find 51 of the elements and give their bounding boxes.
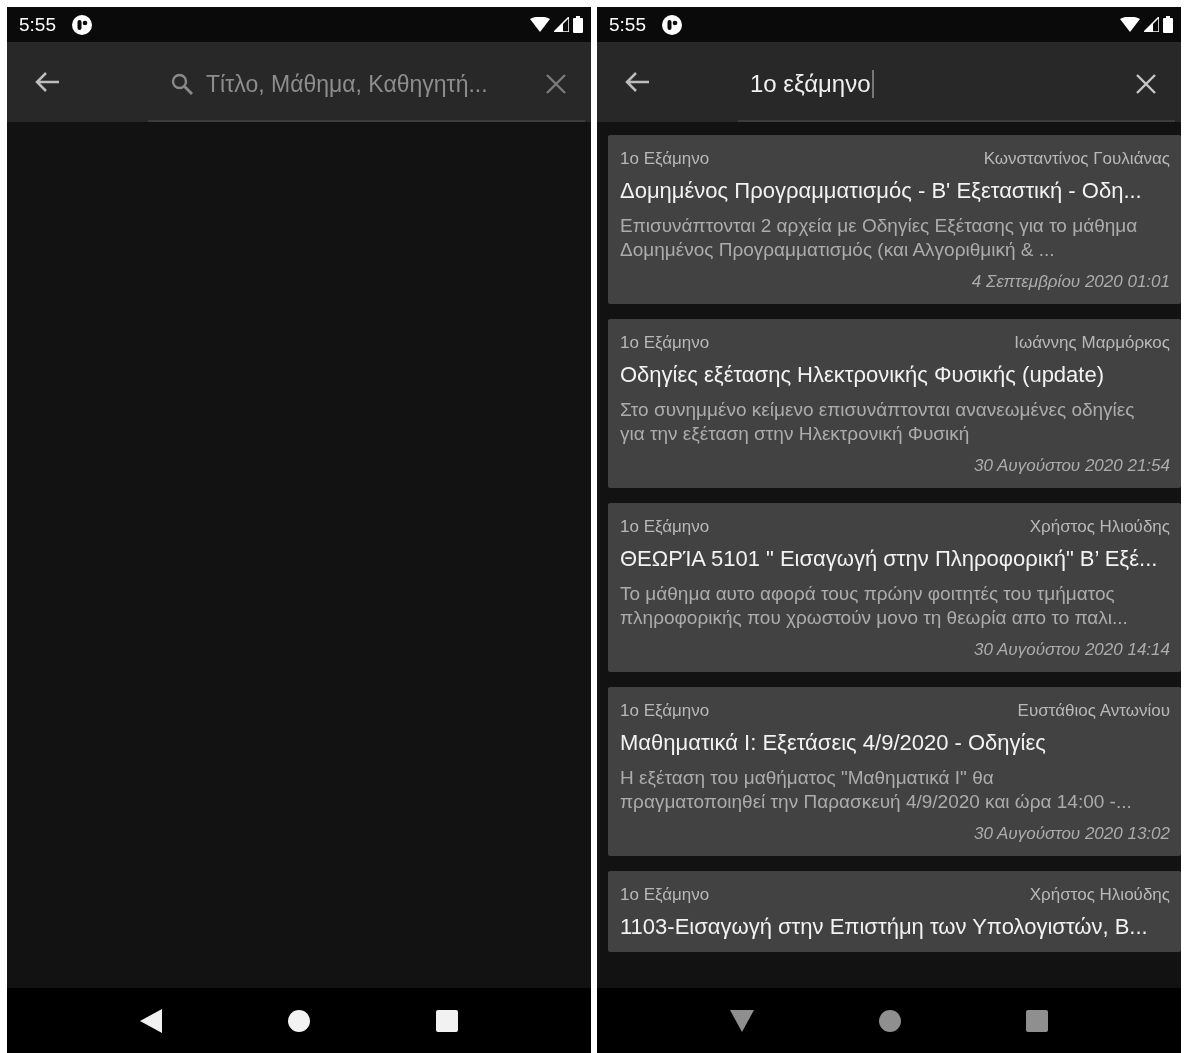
back-icon[interactable] bbox=[140, 1008, 162, 1033]
semester-label: 1ο Εξάμηνο bbox=[620, 333, 710, 353]
notification-icon bbox=[72, 14, 92, 35]
semester-label: 1ο Εξάμηνο bbox=[620, 149, 710, 169]
semester-label: 1ο Εξάμηνο bbox=[620, 701, 710, 721]
announcement-title: ΘΕΩΡΊΑ 5101 " Εισαγωγή στην Πληροφορική" Β’ Εξέ... bbox=[620, 546, 1159, 572]
announcement-date: 30 Αυγούστου 2020 13:02 bbox=[973, 824, 1170, 844]
notification-icon bbox=[662, 14, 682, 35]
announcement-title: Οδηγίες εξέτασης Ηλεκτρονικής Φυσικής (update) bbox=[620, 362, 1105, 388]
announcement-title: 1103-Εισαγωγή στην Επιστήμη των Υπολογιστών, Β... bbox=[620, 914, 1149, 940]
announcement-title: Δομημένος Προγραμματισμός - Β' Εξεταστική - Οδη... bbox=[620, 178, 1143, 204]
announcement-date: 30 Αυγούστου 2020 21:54 bbox=[973, 456, 1170, 476]
wifi-icon bbox=[1120, 17, 1140, 32]
author-name: Ευστάθιος Αντωνίου bbox=[1017, 701, 1170, 721]
author-name: Χρήστος Ηλιούδης bbox=[1029, 885, 1170, 905]
close-icon[interactable] bbox=[1135, 73, 1157, 95]
search-icon bbox=[170, 72, 194, 96]
text-cursor bbox=[871, 70, 874, 98]
home-icon[interactable] bbox=[288, 1009, 310, 1032]
announcement-summary: Το μάθημα αυτο αφορά τους πρώην φοιτητές του τμήματος πληροφορικής που χρωστούν μονο τη θεωρία απο το παλι... bbox=[620, 582, 1129, 630]
back-arrow-icon[interactable] bbox=[624, 71, 650, 93]
back-arrow-icon[interactable] bbox=[34, 71, 60, 93]
recents-icon[interactable] bbox=[436, 1009, 458, 1032]
announcement-summary: Στο συνημμένο κείμενο επισυνάπτονται ανανεωμένες οδηγίες για την εξέταση στην Ηλεκτρονική Φυσική bbox=[620, 398, 1136, 446]
battery-icon bbox=[573, 16, 583, 33]
recents-icon[interactable] bbox=[1026, 1009, 1049, 1032]
result-card[interactable] bbox=[608, 503, 1181, 672]
announcement-date: 4 Σεπτεμβρίου 2020 01:01 bbox=[970, 272, 1170, 292]
announcement-summary: Η εξέταση του μαθήματος "Μαθηματικά Ι" θα πραγματοποιηθεί την Παρασκευή 4/9/2020 και ώρα 14:00 -... bbox=[620, 766, 1133, 814]
result-card[interactable] bbox=[608, 135, 1181, 304]
author-name: Κωνσταντίνος Γουλιάνας bbox=[983, 149, 1170, 169]
wifi-icon bbox=[530, 17, 550, 32]
semester-label: 1ο Εξάμηνο bbox=[620, 517, 710, 537]
announcement-title: Μαθηματικά Ι: Εξετάσεις 4/9/2020 - Οδηγίες bbox=[620, 730, 1047, 756]
home-icon[interactable] bbox=[879, 1009, 901, 1032]
signal-icon bbox=[1144, 17, 1159, 32]
announcement-date: 30 Αυγούστου 2020 14:14 bbox=[973, 640, 1170, 660]
search-field[interactable]: Τίτλο, Μάθημα, Καθηγητή... bbox=[148, 48, 585, 122]
result-card[interactable]: 1ο Εξάμηνο Χρήστος Ηλιούδης 1103-Εισαγωγή στην Επιστήμη των Υπολογιστών, Β... bbox=[608, 871, 1181, 952]
author-name: Χρήστος Ηλιούδης bbox=[1029, 517, 1170, 537]
down-triangle-icon[interactable] bbox=[729, 1009, 754, 1032]
signal-icon bbox=[554, 17, 569, 32]
announcement-summary: Επισυνάπτονται 2 αρχεία με Οδηγίες Εξέτασης για το μάθημα Δομημένος Προγραμματισμός (και Αλγοριθμική & ... bbox=[620, 214, 1139, 262]
search-field[interactable]: 1ο εξάμηνο bbox=[738, 48, 1175, 122]
semester-label: 1ο Εξάμηνο bbox=[620, 885, 710, 905]
clock: 5:55 bbox=[19, 13, 56, 36]
battery-icon bbox=[1163, 16, 1173, 33]
clock: 5:55 bbox=[609, 13, 646, 36]
author-name: Ιωάννης Μαρμόρκος bbox=[1014, 333, 1170, 353]
result-card[interactable]: 1ο Εξάμηνο Ιωάννης Μαρμόρκος Οδηγίες εξέτασης Ηλεκτρονικής Φυσικής (update) Στο συνημμένο κείμενο επισυνάπτονται ανανεωμένες οδηγίες για την εξέταση στην Ηλεκτρονική Φυσική 30 Αυγούστου 2020 21:54 bbox=[608, 319, 1181, 488]
result-card[interactable]: 1ο Εξάμηνο Ευστάθιος Αντωνίου Μαθηματικά Ι: Εξετάσεις 4/9/2020 - Οδηγίες Η εξέταση του μαθήματος "Μαθηματικά Ι" θα πραγματοποιηθεί την Παρασκευή 4/9/2020 και ώρα 14:00 -... 30 Αυγούστου 2020 13:02 bbox=[608, 687, 1181, 856]
